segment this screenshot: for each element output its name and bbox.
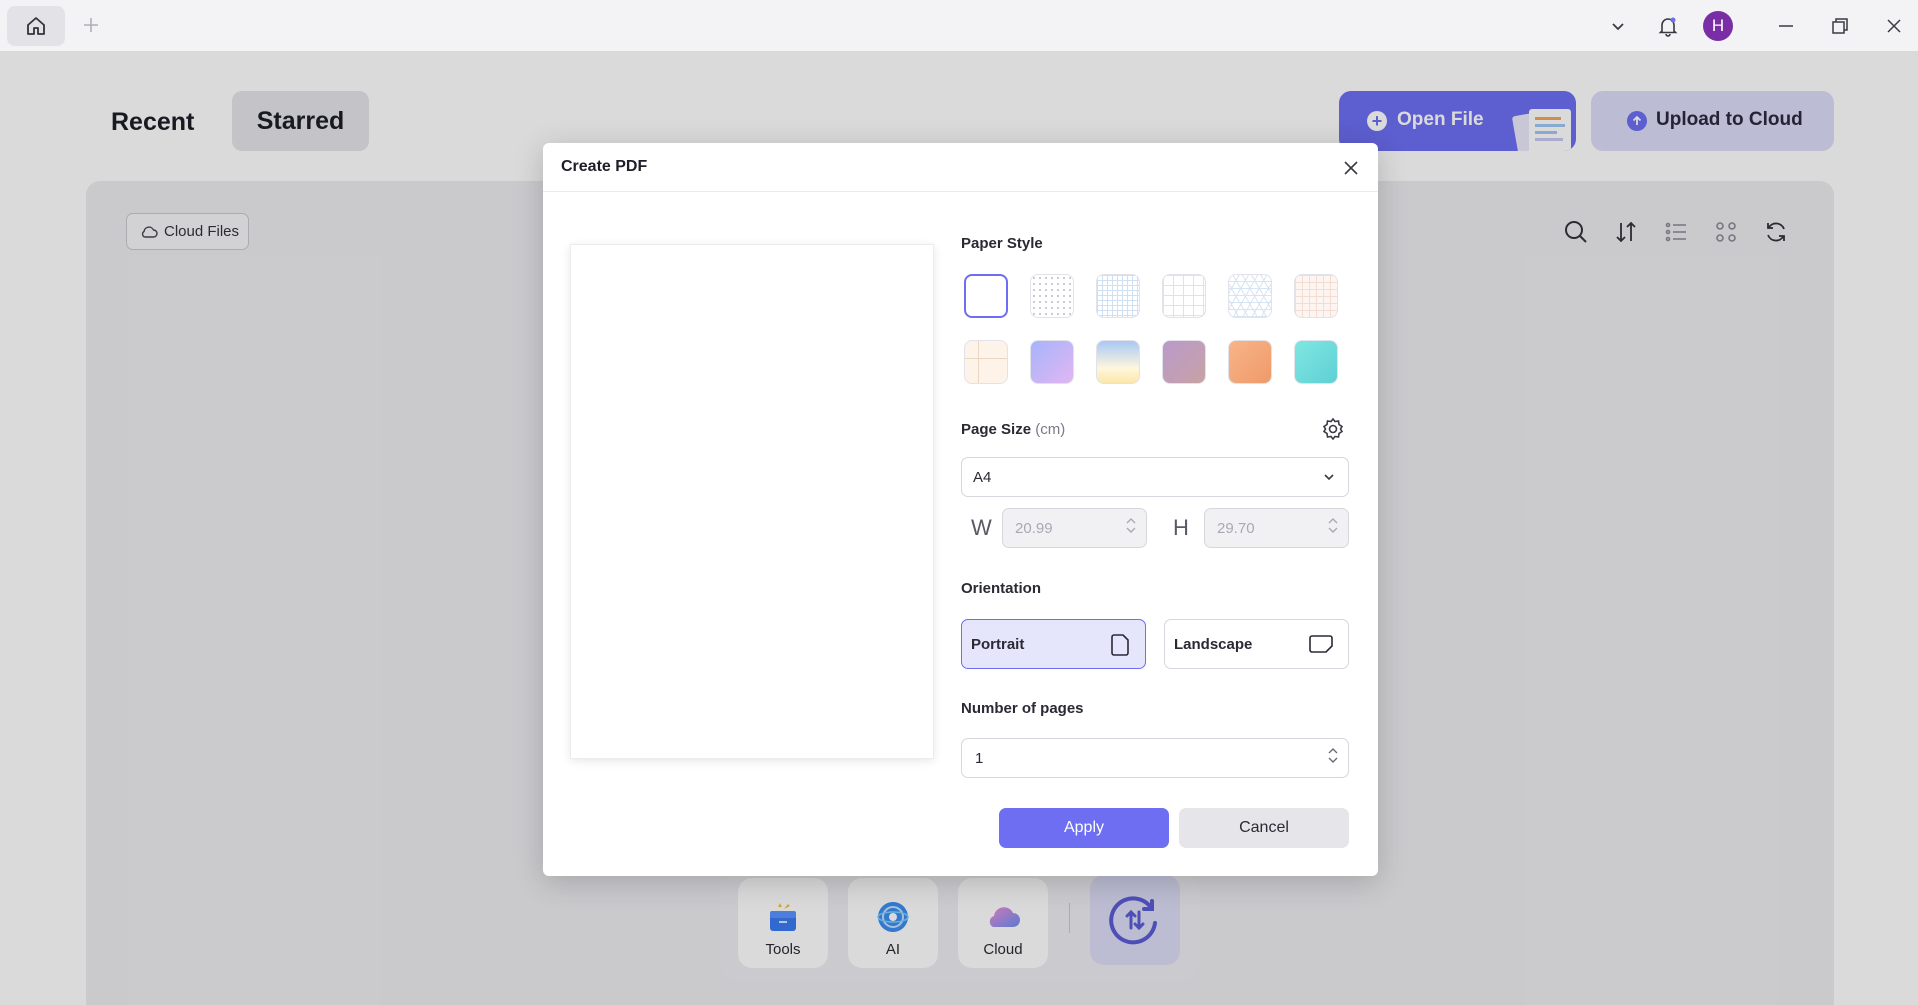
portrait-page-icon — [1111, 634, 1129, 656]
bell-icon — [1658, 17, 1678, 37]
home-tab[interactable] — [7, 6, 65, 46]
width-input[interactable]: 20.99 — [1002, 508, 1147, 548]
dialog-header: Create PDF — [543, 143, 1378, 192]
chevron-up-icon — [1126, 518, 1136, 524]
paper-style-peach-grid[interactable] — [1294, 274, 1338, 318]
paper-style-aqua[interactable] — [1294, 340, 1338, 384]
minimize-icon — [1779, 24, 1793, 27]
window-controls: H — [1600, 0, 1918, 51]
number-of-pages-label: Number of pages — [961, 700, 1084, 717]
paper-style-lavender[interactable] — [1030, 340, 1074, 384]
chevron-down-icon — [1328, 527, 1338, 533]
orientation-label: Orientation — [961, 580, 1042, 597]
orientation-landscape-button[interactable]: Landscape — [1164, 619, 1349, 669]
paper-style-cornell[interactable] — [964, 340, 1008, 384]
create-pdf-dialog: Create PDF Paper Style Page Size (cm) A4… — [543, 143, 1378, 876]
width-label: W — [971, 515, 992, 540]
cancel-button[interactable]: Cancel — [1179, 808, 1349, 848]
close-window-button[interactable] — [1876, 8, 1912, 44]
page-size-settings-button[interactable] — [1318, 414, 1348, 444]
page-size-label: Page Size (cm) — [961, 421, 1065, 438]
close-icon — [1887, 18, 1901, 33]
page-preview — [571, 245, 933, 758]
paper-style-orange[interactable] — [1228, 340, 1272, 384]
page-size-unit: (cm) — [1035, 421, 1066, 438]
landscape-page-icon — [1309, 635, 1333, 653]
chevron-up-icon — [1328, 748, 1338, 754]
height-value: 29.70 — [1217, 519, 1255, 537]
minimize-button[interactable] — [1768, 8, 1804, 44]
chevron-down-icon — [1328, 757, 1338, 763]
paper-style-label: Paper Style — [961, 235, 1043, 252]
portrait-label: Portrait — [971, 635, 1025, 653]
height-stepper[interactable] — [1328, 517, 1338, 534]
avatar: H — [1703, 10, 1733, 41]
width-value: 20.99 — [1015, 519, 1053, 537]
paper-style-sky[interactable] — [1096, 340, 1140, 384]
paper-style-isometric[interactable] — [1228, 274, 1272, 318]
page-size-label-text: Page Size — [961, 421, 1032, 438]
close-icon — [1344, 161, 1358, 175]
chevron-down-icon — [1324, 474, 1334, 481]
restore-icon — [1832, 17, 1848, 34]
paper-style-mauve[interactable] — [1162, 340, 1206, 384]
dialog-title: Create PDF — [561, 158, 648, 175]
page-size-value: A4 — [973, 468, 992, 486]
restore-button[interactable] — [1822, 8, 1858, 44]
chevron-down-icon — [1126, 527, 1136, 533]
height-label: H — [1173, 515, 1189, 540]
paper-style-blank[interactable] — [964, 274, 1008, 318]
gear-icon — [1322, 417, 1344, 441]
user-avatar-button[interactable]: H — [1700, 8, 1736, 44]
number-of-pages-input[interactable]: 1 — [961, 738, 1349, 778]
tabs-dropdown-button[interactable] — [1600, 8, 1636, 44]
home-icon — [27, 17, 45, 35]
number-of-pages-value: 1 — [975, 749, 984, 767]
chevron-down-icon — [1612, 22, 1624, 30]
pages-stepper[interactable] — [1328, 747, 1338, 764]
title-bar: H — [0, 0, 1918, 51]
page-size-select[interactable]: A4 — [961, 457, 1349, 497]
new-tab-button[interactable] — [78, 12, 104, 38]
notifications-button[interactable] — [1650, 8, 1686, 44]
width-stepper[interactable] — [1126, 517, 1136, 534]
height-input[interactable]: 29.70 — [1204, 508, 1349, 548]
paper-style-dotted[interactable] — [1030, 274, 1074, 318]
orientation-portrait-button[interactable]: Portrait — [961, 619, 1146, 669]
apply-button[interactable]: Apply — [999, 808, 1169, 848]
paper-style-fine-grid[interactable] — [1096, 274, 1140, 318]
plus-icon — [84, 18, 98, 32]
dialog-close-button[interactable] — [1336, 153, 1366, 183]
chevron-up-icon — [1328, 518, 1338, 524]
paper-style-grid[interactable] — [1162, 274, 1206, 318]
landscape-label: Landscape — [1174, 635, 1253, 653]
